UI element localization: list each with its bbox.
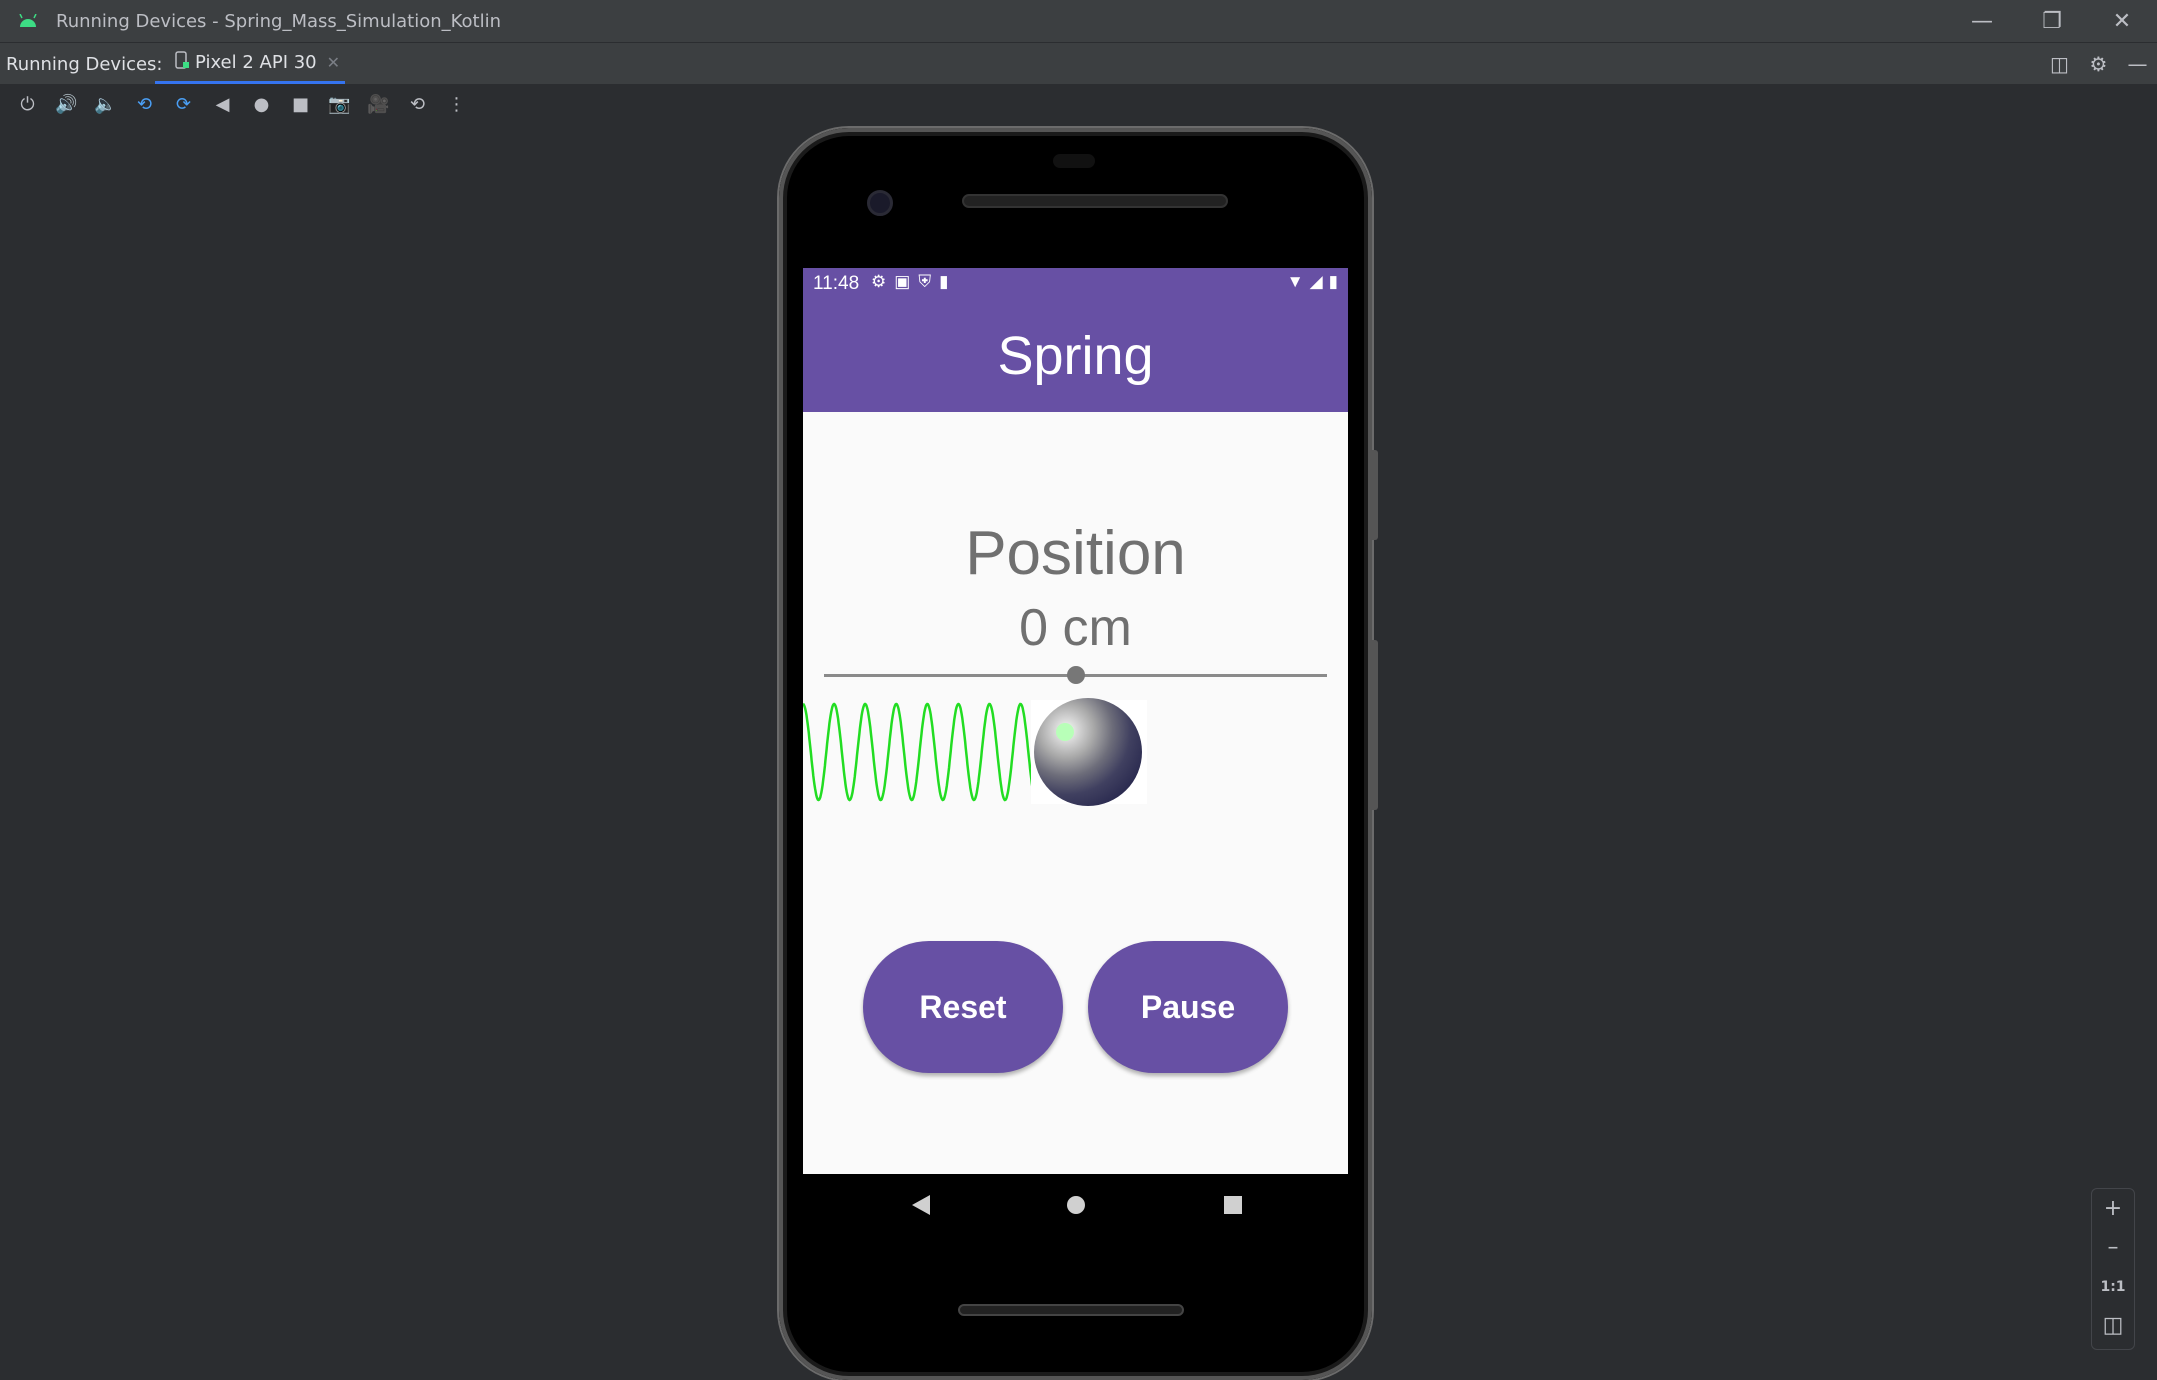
layout-icon[interactable]: ◫ — [2040, 52, 2079, 76]
phone-device-icon — [175, 50, 189, 74]
restore-icon[interactable]: ❐ — [2017, 0, 2087, 42]
nav-home-icon[interactable] — [1056, 1174, 1096, 1236]
ball-highlight — [1056, 723, 1074, 741]
earpiece-speaker — [962, 194, 1228, 208]
front-camera — [867, 190, 893, 216]
more-icon[interactable]: ⋮ — [437, 84, 476, 124]
android-nav-bar — [803, 1174, 1348, 1236]
android-studio-icon — [19, 14, 37, 27]
spring-mass-canvas — [803, 698, 1147, 806]
pause-button[interactable]: Pause — [1088, 941, 1288, 1073]
emulator-toolbar: ⏻ 🔊 🔈 ⟲ ⟳ ◀ ● ■ 📷 🎥 ⟲ ⋮ — [0, 84, 2157, 124]
close-icon[interactable]: ✕ — [2087, 0, 2157, 42]
back-icon[interactable]: ◀ — [203, 84, 242, 124]
nav-back-icon[interactable] — [901, 1174, 941, 1236]
shield-notification-icon: ⛨ — [918, 272, 932, 291]
gear-icon[interactable]: ⚙ — [2079, 52, 2118, 76]
minimize-icon[interactable]: — — [1947, 0, 2017, 42]
slider-thumb[interactable] — [1066, 666, 1085, 684]
tab-label: Pixel 2 API 30 — [195, 51, 317, 73]
spring-coil — [803, 702, 1035, 802]
zoom-fit-icon[interactable]: ◫ — [2092, 1306, 2134, 1345]
zoom-controls: + – 1:1 ◫ — [2091, 1188, 2135, 1350]
android-status-bar: 11:48 ⚙ ▣ ⛨ ▮ ▼ ◢ ▮ — [803, 268, 1348, 300]
bottom-speaker — [958, 1304, 1184, 1316]
zoom-out-icon[interactable]: – — [2092, 1228, 2134, 1267]
app-title: Spring — [997, 326, 1154, 386]
device-screen[interactable]: 11:48 ⚙ ▣ ⛨ ▮ ▼ ◢ ▮ Spring Position 0 cm — [803, 268, 1348, 1174]
battery-icon: ▮ — [1328, 272, 1338, 291]
zoom-in-icon[interactable]: + — [2092, 1189, 2134, 1228]
position-value: 0 cm — [1019, 599, 1132, 657]
tab-pixel-2-api-30[interactable]: Pixel 2 API 30 ✕ — [155, 43, 345, 85]
zoom-one-to-one-button[interactable]: 1:1 — [2092, 1267, 2134, 1306]
proximity-sensor — [1053, 154, 1095, 168]
reset-button[interactable]: Reset — [863, 941, 1063, 1073]
running-devices-label: Running Devices: — [6, 53, 163, 75]
a-notification-icon: ▣ — [894, 272, 911, 291]
power-icon[interactable]: ⏻ — [8, 84, 47, 124]
app-bar: Spring — [803, 300, 1348, 412]
tab-close-icon[interactable]: ✕ — [327, 53, 340, 72]
volume-up-icon[interactable]: 🔊 — [47, 84, 86, 124]
volume-side-button — [1369, 640, 1378, 810]
window-titlebar: Running Devices - Spring_Mass_Simulation… — [0, 0, 2157, 42]
home-icon[interactable]: ● — [242, 84, 281, 124]
cell-signal-icon: ◢ — [1309, 272, 1323, 291]
running-devices-tabbar: Running Devices: Pixel 2 API 30 ✕ ◫ ⚙ — — [0, 42, 2157, 85]
mass-ball — [1034, 698, 1142, 806]
screen-record-icon[interactable]: 🎥 — [359, 84, 398, 124]
settings-notification-icon: ⚙ — [871, 272, 887, 291]
rotate-right-icon[interactable]: ⟳ — [164, 84, 203, 124]
sd-card-icon: ▮ — [939, 272, 949, 291]
nav-recents-icon[interactable] — [1213, 1174, 1253, 1236]
screenshot-icon[interactable]: 📷 — [320, 84, 359, 124]
overview-icon[interactable]: ■ — [281, 84, 320, 124]
hide-panel-icon[interactable]: — — [2118, 52, 2157, 76]
window-title: Running Devices - Spring_Mass_Simulation… — [56, 10, 502, 32]
rotate-left-icon[interactable]: ⟲ — [125, 84, 164, 124]
status-time: 11:48 — [813, 273, 860, 294]
power-side-button — [1369, 450, 1378, 540]
snapshot-icon[interactable]: ⟲ — [398, 84, 437, 124]
wifi-icon: ▼ — [1286, 272, 1304, 291]
volume-down-icon[interactable]: 🔈 — [86, 84, 125, 124]
position-label: Position — [965, 519, 1186, 588]
